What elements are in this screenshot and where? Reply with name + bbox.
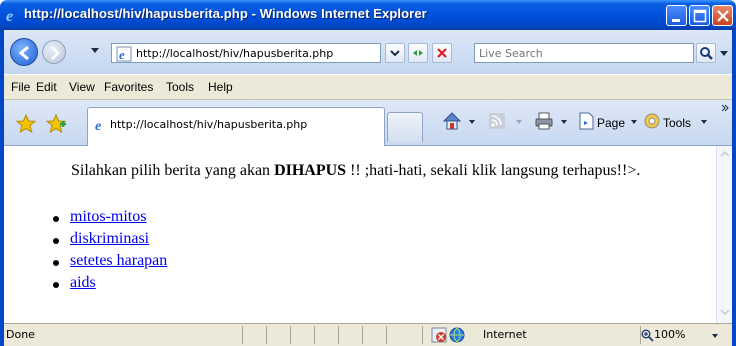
svg-text:e: e — [95, 119, 101, 133]
menu-view[interactable]: View — [69, 80, 95, 94]
print-icon[interactable] — [534, 111, 554, 131]
status-divider — [338, 326, 339, 344]
page-content: Silahkan pilih berita yang akan DIHAPUS … — [4, 146, 716, 323]
feeds-dropdown-icon[interactable] — [516, 120, 522, 124]
status-divider — [266, 326, 267, 344]
ie-logo-icon: e — [6, 8, 13, 23]
tab-label: http://localhost/hiv/hapusberita.php — [110, 118, 308, 131]
search-icon — [700, 47, 713, 60]
toolbar-overflow-icon[interactable] — [721, 104, 729, 112]
search-field[interactable] — [474, 43, 694, 63]
search-button[interactable] — [696, 43, 716, 63]
news-link-diskriminasi[interactable]: diskriminasi — [70, 230, 149, 247]
status-divider — [290, 326, 291, 344]
favorites-star-icon[interactable] — [16, 114, 36, 134]
home-icon[interactable] — [441, 110, 463, 132]
add-favorites-icon[interactable] — [46, 114, 68, 134]
status-divider — [362, 326, 363, 344]
status-divider — [386, 326, 387, 344]
list-item: setetes harapan — [52, 252, 167, 274]
chevron-down-icon — [390, 50, 400, 57]
recent-pages-dropdown-icon[interactable] — [91, 48, 99, 54]
tools-menu-button[interactable]: Tools — [663, 116, 691, 130]
page-menu-button[interactable]: Page — [597, 116, 625, 130]
zoom-dropdown-icon[interactable] — [712, 334, 718, 338]
menu-help[interactable]: Help — [208, 80, 233, 94]
tab-current[interactable]: e http://localhost/hiv/hapusberita.php — [87, 107, 385, 146]
zoom-level[interactable]: 100% — [654, 328, 685, 341]
scroll-down-icon[interactable] — [719, 306, 731, 318]
close-button[interactable] — [712, 5, 733, 26]
window-frame-right — [732, 30, 736, 346]
globe-icon — [449, 327, 465, 343]
scroll-up-icon[interactable] — [719, 148, 731, 160]
search-options-dropdown-icon[interactable] — [720, 51, 728, 57]
back-button[interactable] — [10, 38, 38, 66]
feeds-icon[interactable] — [488, 112, 506, 130]
window-title: http://localhost/hiv/hapusberita.php - W… — [24, 6, 427, 21]
svg-text:e: e — [119, 47, 125, 62]
address-url: http://localhost/hiv/hapusberita.php — [136, 47, 334, 60]
address-toolbar: e http://localhost/hiv/hapusberita.php — [4, 30, 732, 74]
blocked-icon[interactable] — [431, 327, 447, 343]
news-list: mitos-mitos diskriminasi setetes harapan… — [52, 208, 167, 296]
address-field[interactable]: e http://localhost/hiv/hapusberita.php — [111, 43, 381, 63]
page-icon: e — [95, 119, 101, 133]
list-item: mitos-mitos — [52, 208, 167, 230]
home-dropdown-icon[interactable] — [469, 120, 475, 124]
forward-button[interactable] — [42, 40, 66, 64]
maximize-icon — [693, 9, 707, 23]
list-item: diskriminasi — [52, 230, 167, 252]
back-arrow-icon — [18, 45, 29, 61]
status-divider — [314, 326, 315, 344]
refresh-button[interactable] — [408, 43, 428, 63]
page-menu-icon — [579, 112, 594, 130]
print-dropdown-icon[interactable] — [561, 120, 567, 124]
tab-toolbar: e http://localhost/hiv/hapusberita.php P… — [4, 100, 732, 146]
menu-edit[interactable]: Edit — [36, 80, 57, 94]
gear-icon — [644, 113, 660, 129]
list-item: aids — [52, 274, 167, 296]
status-divider — [242, 326, 243, 344]
search-input[interactable] — [479, 45, 689, 61]
news-link-mitos-mitos[interactable]: mitos-mitos — [70, 208, 146, 225]
page-icon: e — [116, 46, 132, 62]
forward-arrow-icon — [51, 46, 60, 60]
tools-dropdown-icon[interactable] — [701, 120, 707, 124]
stop-button[interactable] — [432, 43, 452, 63]
maximize-button[interactable] — [689, 5, 710, 26]
status-text: Done — [6, 328, 35, 341]
stop-icon — [437, 48, 447, 58]
menu-bar: File Edit View Favorites Tools Help — [4, 74, 732, 100]
close-icon — [717, 10, 729, 22]
refresh-icon — [413, 50, 423, 56]
menu-file[interactable]: File — [11, 80, 30, 94]
vertical-scrollbar[interactable] — [716, 146, 732, 323]
page-dropdown-icon[interactable] — [631, 120, 637, 124]
address-dropdown-button[interactable] — [385, 43, 405, 63]
zoom-icon — [641, 329, 654, 342]
news-link-setetes-harapan[interactable]: setetes harapan — [70, 252, 167, 269]
menu-favorites[interactable]: Favorites — [104, 80, 153, 94]
instruction-emphasis: DIHAPUS — [274, 162, 347, 179]
minimize-button[interactable] — [666, 5, 687, 26]
status-bar: Done Internet 100% — [4, 323, 732, 346]
minimize-icon — [672, 19, 680, 22]
security-zone: Internet — [483, 328, 527, 341]
instruction-prefix: Silahkan pilih berita yang akan — [71, 162, 275, 179]
svg-text:e: e — [6, 8, 13, 23]
new-tab-button[interactable] — [387, 112, 423, 142]
news-link-aids[interactable]: aids — [70, 274, 96, 291]
title-bar: e http://localhost/hiv/hapusberita.php -… — [0, 0, 736, 30]
menu-tools[interactable]: Tools — [166, 80, 194, 94]
status-divider — [422, 326, 423, 344]
instruction-text: Silahkan pilih berita yang akan DIHAPUS … — [71, 162, 640, 180]
instruction-suffix: !! ;hati-hati, sekali klik langsung terh… — [346, 162, 641, 179]
